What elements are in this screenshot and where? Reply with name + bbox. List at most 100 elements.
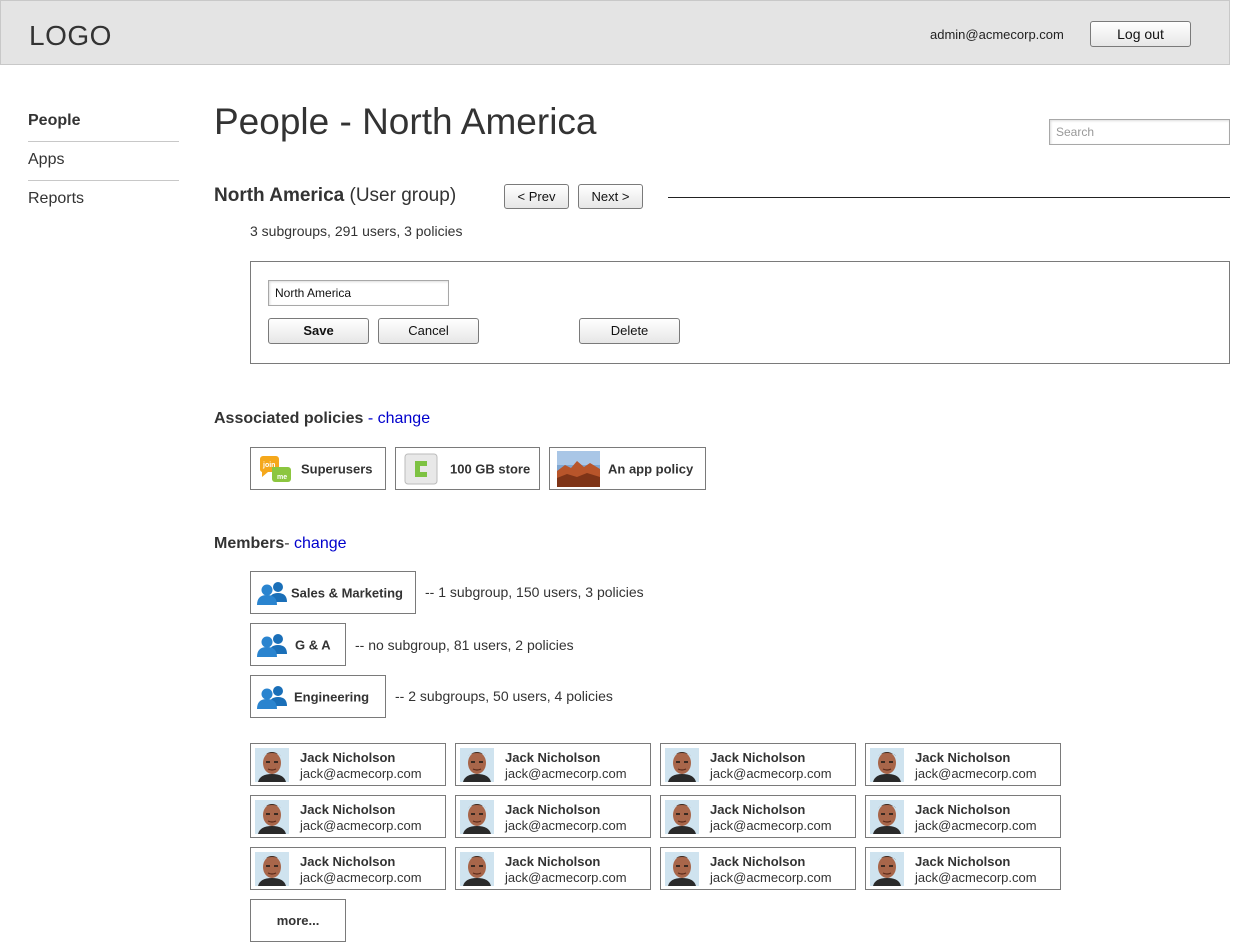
user-avatar-icon [460, 748, 494, 782]
group-summary: 3 subgroups, 291 users, 3 policies [250, 223, 463, 239]
subgroup-label: Engineering [294, 689, 370, 704]
user-avatar-icon [255, 852, 289, 886]
user-avatar-icon [460, 852, 494, 886]
user-avatar-icon [665, 852, 699, 886]
policies-heading: Associated policies - change [214, 410, 430, 428]
members-change-prefix: - [284, 535, 295, 552]
user-email: jack@acmecorp.com [300, 818, 422, 833]
user-email: jack@acmecorp.com [710, 870, 832, 885]
user-card[interactable]: Jack Nicholson jack@acmecorp.com [660, 795, 856, 838]
user-avatar-icon [870, 800, 904, 834]
user-card[interactable]: Jack Nicholson jack@acmecorp.com [865, 743, 1061, 786]
svg-text:me: me [277, 474, 287, 481]
next-button[interactable]: Next > [578, 184, 643, 209]
group-name-input[interactable] [268, 280, 449, 306]
more-users-button[interactable]: more... [250, 899, 346, 942]
user-card[interactable]: Jack Nicholson jack@acmecorp.com [865, 795, 1061, 838]
user-name: Jack Nicholson [710, 854, 806, 869]
logout-button[interactable]: Log out [1090, 21, 1191, 47]
user-avatar-icon [665, 748, 699, 782]
cancel-button[interactable]: Cancel [378, 318, 479, 344]
user-email: jack@acmecorp.com [505, 818, 627, 833]
user-card[interactable]: Jack Nicholson jack@acmecorp.com [250, 847, 446, 890]
user-card[interactable]: Jack Nicholson jack@acmecorp.com [865, 847, 1061, 890]
user-card[interactable]: Jack Nicholson jack@acmecorp.com [455, 847, 651, 890]
save-button[interactable]: Save [268, 318, 369, 344]
user-name: Jack Nicholson [915, 854, 1011, 869]
user-email: jack@acmecorp.com [300, 766, 422, 781]
user-name: Jack Nicholson [300, 854, 396, 869]
delete-button[interactable]: Delete [579, 318, 680, 344]
top-header: LOGO admin@acmecorp.com Log out [0, 0, 1230, 65]
user-email: jack@acmecorp.com [300, 870, 422, 885]
user-email: jack@acmecorp.com [915, 766, 1037, 781]
page-title: People - North America [214, 101, 597, 142]
user-name: Jack Nicholson [710, 802, 806, 817]
members-change-link[interactable]: change [294, 535, 347, 552]
user-avatar-icon [870, 748, 904, 782]
subgroup-label: G & A [295, 637, 331, 652]
policy-label: Superusers [301, 461, 373, 476]
prev-button[interactable]: < Prev [504, 184, 569, 209]
group-heading: North America (User group) [214, 185, 456, 207]
user-email: jack@acmecorp.com [710, 818, 832, 833]
policy-label: 100 GB store [450, 461, 531, 476]
subgroup-tile-g-and-a[interactable]: G & A [250, 623, 346, 666]
sidenav-item-people[interactable]: People [28, 112, 179, 130]
user-name: Jack Nicholson [300, 802, 396, 817]
joinme-logo-icon: join me [259, 456, 291, 482]
policy-tile-storage[interactable]: 100 GB store [395, 447, 540, 490]
subgroup-label: Sales & Marketing [291, 585, 403, 600]
user-card[interactable]: Jack Nicholson jack@acmecorp.com [660, 847, 856, 890]
group-type-label: (User group) [349, 185, 457, 206]
user-card[interactable]: Jack Nicholson jack@acmecorp.com [250, 795, 446, 838]
subgroup-description: -- 2 subgroups, 50 users, 4 policies [395, 688, 613, 704]
search-input[interactable] [1049, 119, 1230, 145]
user-card[interactable]: Jack Nicholson jack@acmecorp.com [455, 743, 651, 786]
policy-tile-superusers[interactable]: join me Superusers [250, 447, 386, 490]
sidenav-divider [28, 141, 179, 142]
storage-app-icon [404, 453, 438, 485]
sidenav-item-apps[interactable]: Apps [28, 151, 179, 169]
user-name: Jack Nicholson [505, 854, 601, 869]
user-email: jack@acmecorp.com [505, 870, 627, 885]
user-avatar-icon [460, 800, 494, 834]
user-group-icon [257, 686, 287, 709]
user-name: Jack Nicholson [505, 750, 601, 765]
user-card[interactable]: Jack Nicholson jack@acmecorp.com [250, 743, 446, 786]
user-name: Jack Nicholson [300, 750, 396, 765]
policy-label: An app policy [608, 461, 694, 476]
policies-change-prefix: - [363, 410, 378, 427]
user-name: Jack Nicholson [710, 750, 806, 765]
user-card[interactable]: Jack Nicholson jack@acmecorp.com [455, 795, 651, 838]
user-avatar-icon [255, 800, 289, 834]
user-email: admin@acmecorp.com [930, 27, 1064, 42]
policy-tile-app-policy[interactable]: An app policy [549, 447, 706, 490]
user-group-icon [257, 634, 287, 657]
user-name: Jack Nicholson [505, 802, 601, 817]
user-avatar-icon [255, 748, 289, 782]
policies-change-link[interactable]: change [378, 410, 431, 427]
members-heading-label: Members [214, 535, 285, 552]
user-avatar-icon [870, 852, 904, 886]
subgroup-description: -- no subgroup, 81 users, 2 policies [355, 637, 574, 653]
user-avatar-icon [665, 800, 699, 834]
policies-heading-label: Associated policies [214, 410, 364, 427]
user-name: Jack Nicholson [915, 802, 1011, 817]
user-email: jack@acmecorp.com [915, 818, 1037, 833]
subgroup-tile-sales-marketing[interactable]: Sales & Marketing [250, 571, 416, 614]
heading-divider [668, 197, 1230, 198]
sidenav-item-reports[interactable]: Reports [28, 190, 179, 208]
group-name: North America [214, 185, 345, 206]
subgroup-description: -- 1 subgroup, 150 users, 3 policies [425, 584, 644, 600]
edit-group-panel [250, 261, 1230, 364]
subgroup-tile-engineering[interactable]: Engineering [250, 675, 386, 718]
landscape-photo-icon [557, 451, 600, 487]
user-email: jack@acmecorp.com [505, 766, 627, 781]
sidenav-divider [28, 180, 179, 181]
logo: LOGO [29, 20, 112, 51]
user-email: jack@acmecorp.com [915, 870, 1037, 885]
user-name: Jack Nicholson [915, 750, 1011, 765]
user-card[interactable]: Jack Nicholson jack@acmecorp.com [660, 743, 856, 786]
user-email: jack@acmecorp.com [710, 766, 832, 781]
